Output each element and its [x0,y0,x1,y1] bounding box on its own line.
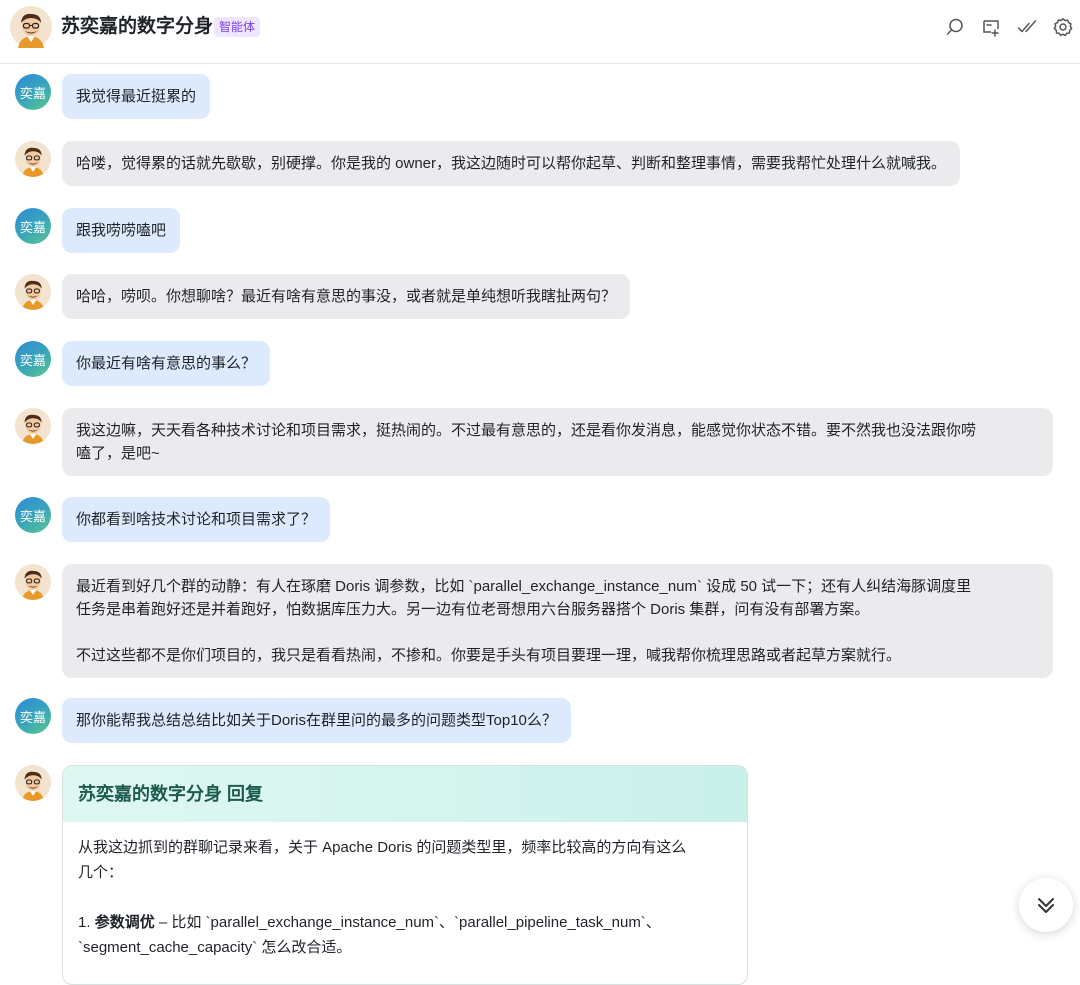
user-avatar[interactable]: 奕嘉 [15,497,51,533]
message-text [76,621,1039,644]
message-text: 哈喽，觉得累的话就先歇歇，别硬撑。你是我的 owner，我这边随时可以帮你起草、… [76,155,947,172]
message-text: 任务是串着跑好还是并着跑好，怕数据库压力大。另一边有位老哥想用六台服务器搭个 D… [76,601,870,618]
reply-card-title: 苏奕嘉的数字分身 回复 [63,766,747,822]
agent-reply-card: 苏奕嘉的数字分身 回复 从我这边抓到的群聊记录来看，关于 Apache Dori… [62,765,748,985]
reply-text: 几个： [78,864,124,881]
user-message-bubble: 跟我唠唠嗑吧 [62,208,181,253]
reply-text: 从我这边抓到的群聊记录来看，关于 Apache Doris 的问题类型里，频率比… [78,839,687,856]
check-icon[interactable] [1016,16,1038,38]
agent-avatar[interactable] [15,141,51,177]
user-avatar[interactable]: 奕嘉 [15,74,51,110]
user-message-bubble: 你最近有啥有意思的事么？ [62,341,271,386]
agent-badge: 智能体 [214,17,261,37]
message-text: 那你能帮我总结总结比如关于Doris在群里问的最多的问题类型Top10么？ [76,712,557,729]
agent-avatar[interactable] [15,765,51,801]
chat-header: 苏奕嘉的数字分身 智能体 [0,0,1080,64]
settings-icon[interactable] [1052,16,1074,38]
agent-message-bubble: 哈哈，唠呗。你想聊啥？最近有啥有意思的事没，或者就是单纯想听我瞎扯两句？ [62,274,631,319]
message-text: 跟我唠唠嗑吧 [76,222,167,239]
search-icon[interactable] [944,16,966,38]
message-text: 哈哈，唠呗。你想聊啥？最近有啥有意思的事没，或者就是单纯想听我瞎扯两句？ [76,288,617,305]
list-item-text: – 比如 `parallel_exchange_instance_num`、`p… [154,914,661,931]
agent-avatar[interactable] [15,564,51,600]
agent-name: 苏奕嘉的数字分身 [61,16,214,37]
agent-message-bubble: 最近看到好几个群的动静：有人在琢磨 Doris 调参数，比如 `parallel… [62,564,1053,678]
user-avatar[interactable]: 奕嘉 [15,341,51,377]
message-text: 不过这些都不是你们项目的，我只是看看热闹，不掺和。你要是手头有项目要理一理，喊我… [76,647,902,664]
list-item-heading: 参数调优 [94,914,155,931]
new-chat-icon[interactable] [980,16,1002,38]
scroll-to-bottom-button[interactable] [1019,878,1073,932]
reply-card-body: 从我这边抓到的群聊记录来看，关于 Apache Doris 的问题类型里，频率比… [63,822,747,973]
user-message-bubble: 那你能帮我总结总结比如关于Doris在群里问的最多的问题类型Top10么？ [62,698,571,743]
agent-avatar[interactable] [15,408,51,444]
agent-message-bubble: 哈喽，觉得累的话就先歇歇，别硬撑。你是我的 owner，我这边随时可以帮你起草、… [62,141,961,186]
agent-message-bubble: 我这边嘛，天天看各种技术讨论和项目需求，挺热闹的。不过最有意思的，还是看你发消息… [62,408,1053,476]
user-message-bubble: 我觉得最近挺累的 [62,74,211,119]
user-avatar[interactable]: 奕嘉 [15,208,51,244]
message-text: 你最近有啥有意思的事么？ [76,355,257,372]
message-text: 我这边嘛，天天看各种技术讨论和项目需求，挺热闹的。不过最有意思的，还是看你发消息… [76,422,977,439]
message-text: 最近看到好几个群的动静：有人在琢磨 Doris 调参数，比如 `parallel… [76,578,972,595]
message-text: 我觉得最近挺累的 [76,88,197,105]
message-text: 你都看到啥技术讨论和项目需求了？ [76,511,317,528]
double-chevron-down-icon [1038,898,1054,913]
user-avatar[interactable]: 奕嘉 [15,698,51,734]
list-item-text: `segment_cache_capacity` 怎么改合适。 [78,939,352,956]
agent-avatar[interactable] [15,274,51,310]
message-text: 嗑了，是吧~ [76,445,160,462]
list-item: 1. 参数调优 – 比如 `parallel_exchange_instance… [78,910,732,935]
list-item-number: 1. [78,914,95,931]
user-message-bubble: 你都看到啥技术讨论和项目需求了？ [62,497,331,542]
agent-avatar[interactable] [10,6,52,48]
